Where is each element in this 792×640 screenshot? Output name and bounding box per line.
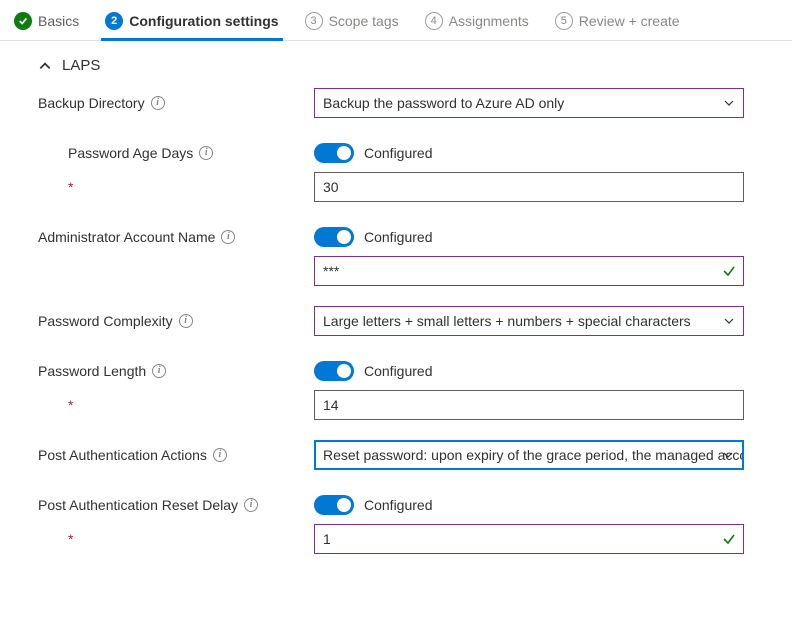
check-icon (14, 12, 32, 30)
required-marker: * (68, 397, 73, 413)
laps-section: LAPS Backup Directory i Backup the passw… (0, 41, 792, 578)
password-age-days-input[interactable] (314, 172, 744, 202)
checkmark-icon (722, 532, 736, 546)
step-basics[interactable]: Basics (10, 6, 83, 40)
post-auth-actions-select[interactable]: Reset password: upon expiry of the grace… (314, 440, 744, 470)
section-header[interactable]: LAPS (38, 57, 764, 74)
step-review-create[interactable]: 5 Review + create (551, 6, 684, 40)
label-backup-directory: Backup Directory (38, 95, 145, 111)
chevron-up-icon (38, 59, 52, 73)
step-label: Basics (38, 13, 79, 29)
info-icon[interactable]: i (221, 230, 235, 244)
required-marker: * (68, 531, 73, 547)
wizard-steps: Basics 2 Configuration settings 3 Scope … (0, 0, 792, 41)
admin-account-name-toggle[interactable] (314, 227, 354, 247)
password-complexity-select[interactable]: Large letters + small letters + numbers … (314, 306, 744, 336)
toggle-state-label: Configured (364, 497, 433, 513)
post-auth-reset-delay-input[interactable] (314, 524, 744, 554)
step-label: Scope tags (329, 13, 399, 29)
required-marker: * (68, 179, 73, 195)
info-icon[interactable]: i (199, 146, 213, 160)
info-icon[interactable]: i (213, 448, 227, 462)
label-password-length: Password Length (38, 363, 146, 379)
admin-account-name-input[interactable] (314, 256, 744, 286)
info-icon[interactable]: i (179, 314, 193, 328)
step-scope-tags[interactable]: 3 Scope tags (301, 6, 403, 40)
label-post-auth-actions: Post Authentication Actions (38, 447, 207, 463)
chevron-down-icon (722, 449, 734, 461)
step-number-icon: 5 (555, 12, 573, 30)
chevron-down-icon (723, 97, 735, 109)
post-auth-reset-delay-toggle[interactable] (314, 495, 354, 515)
label-password-complexity: Password Complexity (38, 313, 173, 329)
step-assignments[interactable]: 4 Assignments (421, 6, 533, 40)
info-icon[interactable]: i (152, 364, 166, 378)
step-configuration-settings[interactable]: 2 Configuration settings (101, 6, 282, 41)
select-value: Large letters + small letters + numbers … (323, 313, 691, 329)
step-label: Review + create (579, 13, 680, 29)
step-number-icon: 4 (425, 12, 443, 30)
label-post-auth-reset-delay: Post Authentication Reset Delay (38, 497, 238, 513)
toggle-state-label: Configured (364, 145, 433, 161)
step-label: Configuration settings (129, 13, 278, 29)
toggle-state-label: Configured (364, 229, 433, 245)
step-number-icon: 2 (105, 12, 123, 30)
select-value: Backup the password to Azure AD only (323, 95, 564, 111)
label-admin-account-name: Administrator Account Name (38, 229, 215, 245)
step-number-icon: 3 (305, 12, 323, 30)
label-password-age-days: Password Age Days (68, 145, 193, 161)
info-icon[interactable]: i (151, 96, 165, 110)
info-icon[interactable]: i (244, 498, 258, 512)
password-length-input[interactable] (314, 390, 744, 420)
section-title: LAPS (62, 57, 100, 74)
chevron-down-icon (723, 315, 735, 327)
step-label: Assignments (449, 13, 529, 29)
checkmark-icon (722, 264, 736, 278)
toggle-state-label: Configured (364, 363, 433, 379)
password-age-days-toggle[interactable] (314, 143, 354, 163)
backup-directory-select[interactable]: Backup the password to Azure AD only (314, 88, 744, 118)
password-length-toggle[interactable] (314, 361, 354, 381)
select-value: Reset password: upon expiry of the grace… (323, 447, 744, 463)
